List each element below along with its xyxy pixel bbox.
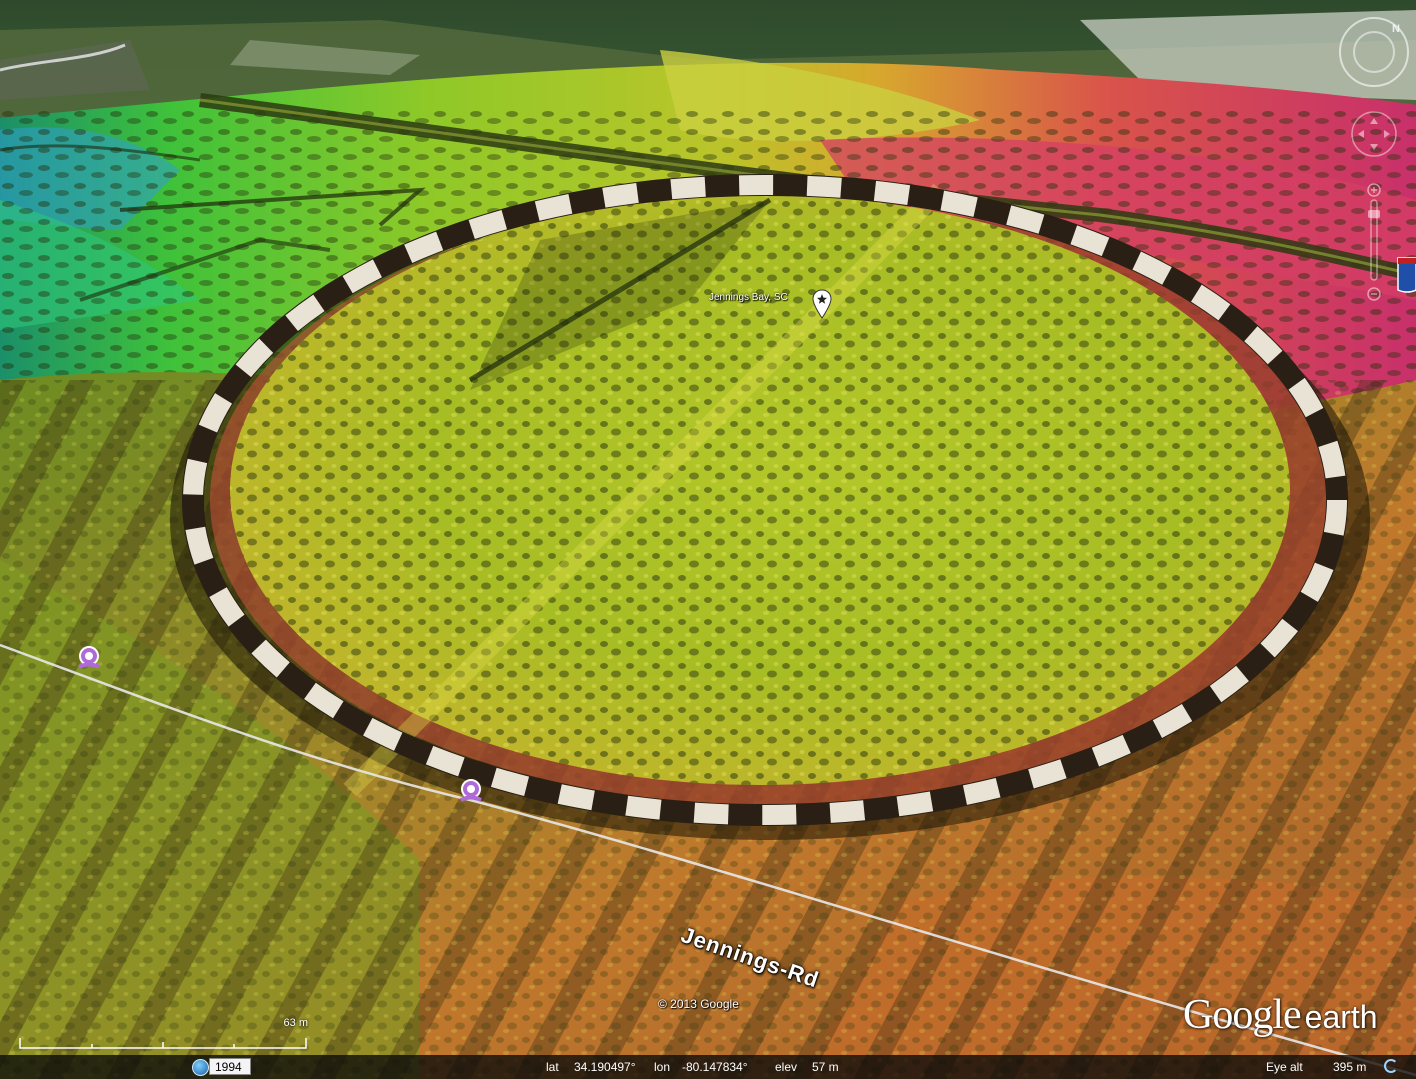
lat-label: lat: [546, 1060, 559, 1074]
elev-label: elev: [775, 1060, 798, 1074]
navigation-controls: N: [1339, 17, 1409, 301]
scale-bar: [19, 1038, 307, 1049]
svg-text:N: N: [1392, 23, 1400, 35]
terrain-imagery: [0, 0, 1416, 1079]
copyright-notice: © 2013 Google: [658, 997, 739, 1011]
historical-imagery-icon[interactable]: [192, 1059, 209, 1076]
photo-poi-icon[interactable]: [456, 778, 486, 804]
placemark-pin-icon[interactable]: [812, 289, 832, 319]
logo-earth-text: earth: [1304, 999, 1378, 1035]
photo-poi-icon[interactable]: [74, 645, 104, 671]
eye-alt-label: Eye alt: [1266, 1060, 1303, 1074]
lon-label: lon: [654, 1060, 671, 1074]
historical-imagery-year[interactable]: 1994: [209, 1058, 251, 1075]
eye-alt-value: 395 m: [1333, 1060, 1367, 1074]
logo-google-text: Google: [1183, 992, 1302, 1038]
status-bar: 1994 lat 34.190497° lon -80.147834° elev…: [0, 1055, 1416, 1079]
map-viewport[interactable]: Jennings Bay, SC Jennings-Rd © 2013 Goog…: [0, 0, 1416, 1079]
google-earth-logo: Google earth: [1183, 991, 1378, 1039]
elev-value: 57 m: [812, 1060, 839, 1074]
streaming-progress-icon: [1384, 1059, 1398, 1073]
placemark-label[interactable]: Jennings Bay, SC: [709, 292, 788, 303]
look-compass-icon[interactable]: N: [1339, 17, 1409, 87]
zoom-slider-icon[interactable]: [1367, 183, 1381, 301]
lat-value: 34.190497°: [574, 1060, 636, 1074]
scale-legend: 63 m: [18, 1016, 308, 1052]
lon-value: -80.147834°: [682, 1060, 748, 1074]
move-joystick-icon[interactable]: [1351, 111, 1397, 157]
